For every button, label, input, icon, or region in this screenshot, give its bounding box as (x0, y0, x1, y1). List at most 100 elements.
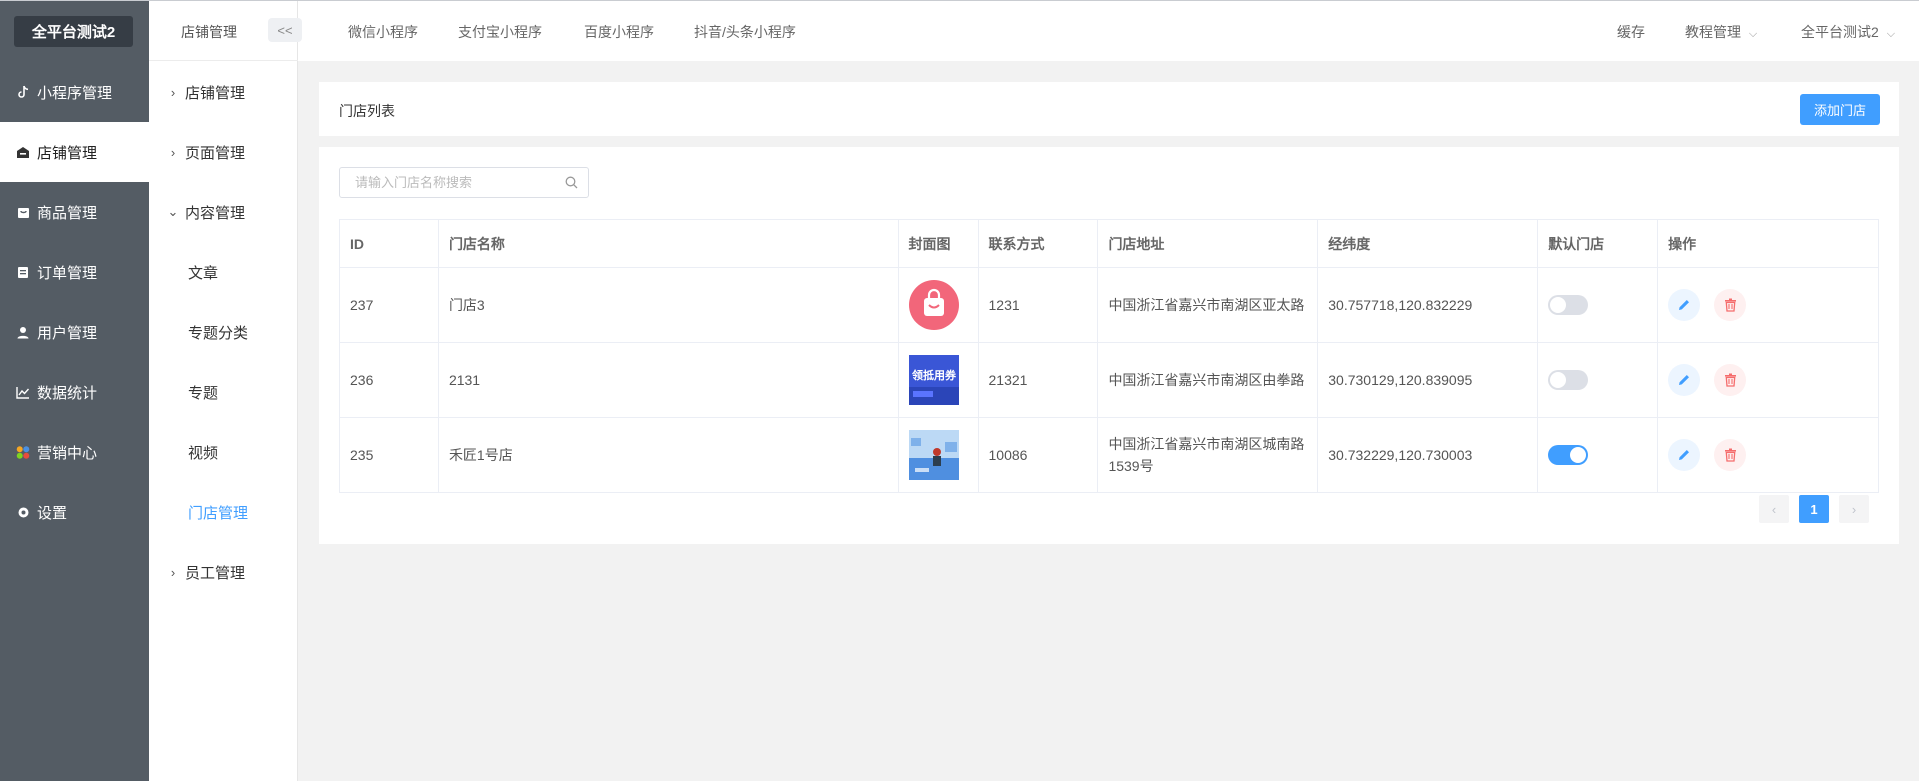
pencil-icon (1679, 375, 1690, 385)
tutorial-label: 教程管理 (1685, 24, 1741, 40)
cell-cover (897, 267, 979, 343)
tab-alipay[interactable]: 支付宝小程序 (458, 22, 542, 42)
store-icon (16, 145, 30, 159)
sidebar-item-label: 订单管理 (37, 264, 98, 282)
default-store-toggle[interactable] (1548, 295, 1589, 315)
subnav-item-content[interactable]: ⌄ 内容管理 (149, 182, 298, 242)
cell-actions (1657, 267, 1879, 343)
cell-actions (1657, 342, 1879, 418)
bag-icon (16, 205, 30, 219)
column-header-coords[interactable]: 经纬度 (1317, 219, 1539, 268)
main-sidebar: 全平台测试2 小程序管理 店铺管理 商品管理 订单管理 用户管理 数据统计 营销… (0, 1, 149, 781)
next-page-button[interactable]: › (1839, 495, 1869, 523)
default-store-toggle[interactable] (1548, 370, 1589, 390)
sub-sidebar: 店铺管理 › 店铺管理 › 页面管理 ⌄ 内容管理 文章 专题分类 专题 视频 … (149, 1, 298, 781)
marketing-icon (16, 445, 30, 459)
sidebar-item-users[interactable]: 用户管理 (0, 302, 149, 362)
table-row: 237 门店3 1231 中国浙江省嘉兴市南湖区亚太路 30.757718,12… (339, 267, 1879, 343)
subnav-item-pages[interactable]: › 页面管理 (149, 122, 298, 182)
sidebar-item-stats[interactable]: 数据统计 (0, 362, 149, 422)
subnav-child-topics[interactable]: 专题 (149, 362, 298, 422)
subnav-item-store[interactable]: › 店铺管理 (149, 62, 298, 122)
subnav-item-label: 页面管理 (185, 144, 246, 162)
cell-name: 禾匠1号店 (437, 417, 899, 493)
sidebar-item-miniprogram[interactable]: 小程序管理 (0, 62, 149, 122)
subnav-child-articles[interactable]: 文章 (149, 242, 298, 302)
sidebar-item-marketing[interactable]: 营销中心 (0, 422, 149, 482)
sidebar-item-orders[interactable]: 订单管理 (0, 242, 149, 302)
shopping-bag-image[interactable] (908, 280, 959, 330)
column-header-default[interactable]: 默认门店 (1537, 219, 1659, 268)
page-number-button[interactable]: 1 (1799, 495, 1829, 523)
sidebar-item-goods[interactable]: 商品管理 (0, 182, 149, 242)
search-box (339, 167, 589, 198)
subnav-child-topic-categories[interactable]: 专题分类 (149, 302, 298, 362)
brand-logo[interactable]: 全平台测试2 (14, 16, 133, 47)
add-store-button[interactable]: 添加门店 (1800, 94, 1880, 125)
sidebar-item-label: 数据统计 (37, 384, 98, 402)
column-header-actions[interactable]: 操作 (1657, 219, 1879, 268)
column-header-name[interactable]: 门店名称 (437, 219, 899, 268)
sidebar-item-label: 店铺管理 (37, 144, 98, 162)
account-menu[interactable]: 全平台测试2 ⌵ (1801, 22, 1895, 42)
cell-default (1537, 267, 1659, 343)
top-header: 微信小程序 支付宝小程序 百度小程序 抖音/头条小程序 缓存 教程管理 ⌵ 全平… (298, 1, 1919, 61)
table-row: 235 禾匠1号店 10086 中国浙江省嘉兴市南湖区城南路1539号 30.7… (339, 417, 1879, 493)
column-header-address[interactable]: 门店地址 (1097, 219, 1319, 268)
subnav-item-staff[interactable]: › 员工管理 (149, 542, 298, 602)
pencil-icon (1679, 300, 1690, 310)
cell-default (1537, 342, 1659, 418)
sidebar-item-settings[interactable]: 设置 (0, 482, 149, 542)
tab-baidu[interactable]: 百度小程序 (584, 22, 654, 42)
delete-button[interactable] (1714, 364, 1747, 396)
chevron-down-icon: ⌄ (167, 204, 179, 219)
store-list-panel: ID 门店名称 封面图 联系方式 门店地址 经纬度 默认门店 操作 237 门店… (319, 147, 1899, 544)
cell-phone: 1231 (977, 267, 1099, 343)
chevron-right-icon: › (170, 564, 176, 580)
chevron-right-icon: › (170, 84, 176, 100)
cell-id: 236 (339, 342, 439, 418)
trash-icon (1724, 448, 1736, 462)
tab-douyin[interactable]: 抖音/头条小程序 (694, 22, 796, 42)
cell-phone: 21321 (977, 342, 1099, 418)
tutorial-menu[interactable]: 教程管理 ⌵ (1685, 22, 1757, 42)
sidebar-item-label: 用户管理 (37, 324, 98, 342)
chevron-down-icon: ⌵ (1886, 28, 1896, 40)
subnav-child-stores[interactable]: 门店管理 (149, 482, 298, 542)
cell-actions (1657, 417, 1879, 493)
scene-image[interactable] (908, 430, 959, 480)
cache-link[interactable]: 缓存 (1617, 22, 1645, 42)
subnav-item-label: 店铺管理 (185, 84, 246, 102)
cell-coords: 30.730129,120.839095 (1317, 342, 1539, 418)
subnav-child-videos[interactable]: 视频 (149, 422, 298, 482)
banner-image[interactable]: 领抵用券 (908, 355, 959, 405)
trash-icon (1724, 373, 1736, 387)
sidebar-item-label: 设置 (37, 504, 68, 522)
edit-button[interactable] (1668, 289, 1701, 321)
order-icon (16, 265, 30, 279)
tab-wechat[interactable]: 微信小程序 (348, 22, 418, 42)
delete-button[interactable] (1714, 289, 1747, 321)
trash-icon (1724, 298, 1736, 312)
page-title: 门店列表 (339, 103, 395, 119)
sidebar-item-label: 商品管理 (37, 204, 98, 222)
prev-page-button[interactable]: ‹ (1759, 495, 1789, 523)
column-header-cover[interactable]: 封面图 (897, 219, 979, 268)
gear-icon (16, 505, 30, 519)
default-store-toggle[interactable] (1548, 445, 1589, 465)
collapse-sidebar-button[interactable]: << (268, 18, 302, 42)
table-header-row: ID 门店名称 封面图 联系方式 门店地址 经纬度 默认门店 操作 (339, 219, 1879, 268)
edit-button[interactable] (1668, 364, 1701, 396)
column-header-phone[interactable]: 联系方式 (977, 219, 1099, 268)
column-header-id[interactable]: ID (339, 219, 439, 268)
search-input[interactable] (355, 175, 555, 190)
cell-id: 237 (339, 267, 439, 343)
sidebar-item-store[interactable]: 店铺管理 (0, 122, 149, 182)
edit-button[interactable] (1668, 439, 1701, 471)
cell-phone: 10086 (977, 417, 1099, 493)
search-icon[interactable] (565, 176, 578, 194)
cell-id: 235 (339, 417, 439, 493)
delete-button[interactable] (1714, 439, 1747, 471)
cell-name: 2131 (437, 342, 899, 418)
cell-address: 中国浙江省嘉兴市南湖区由拳路 (1097, 342, 1319, 418)
